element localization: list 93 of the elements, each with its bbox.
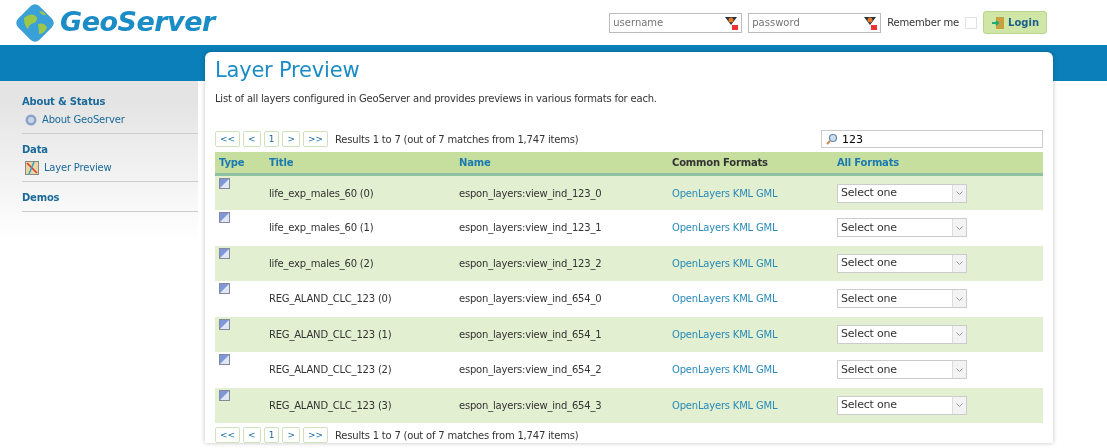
column-header: Name [455,152,668,175]
layer-icon [219,389,230,401]
format-link[interactable]: KML [732,257,753,269]
table-cell: espon_layers:view_ind_654_0 [459,293,602,305]
table-cell: espon_layers:view_ind_123_0 [459,187,602,199]
format-select[interactable]: Select one [837,289,967,309]
results-summary: Results 1 to 7 (out of 7 matches from 1,747 items) [335,132,579,147]
format-select[interactable]: Select one [837,324,967,344]
table-cell: espon_layers:view_ind_654_2 [459,364,602,376]
pager-button[interactable]: 1 [263,427,280,444]
table-cell: REG_ALAND_CLC_123 (1) [269,328,392,340]
format-select[interactable]: Select one [837,360,967,380]
caret-icon [956,296,963,301]
format-link[interactable]: GML [755,187,778,199]
format-link[interactable]: KML [732,399,753,411]
layer-icon [219,283,230,295]
format-link[interactable]: OpenLayers [672,222,730,234]
column-header: All Formats [833,152,1043,175]
results-summary: Results 1 to 7 (out of 7 matches from 1,747 items) [335,428,579,443]
pager-button[interactable]: << [215,131,241,148]
caret-icon [956,261,963,266]
format-link[interactable]: OpenLayers [672,187,730,199]
pager-button[interactable]: << [215,427,241,444]
section-title: Demos [22,191,61,205]
format-link[interactable]: KML [732,364,753,376]
username-field[interactable]: username [609,12,743,33]
format-link[interactable]: OpenLayers [672,364,730,376]
format-link[interactable]: KML [732,293,753,305]
format-link[interactable]: OpenLayers [672,399,730,411]
table-cell: espon_layers:view_ind_654_1 [459,328,602,340]
key-icon [724,15,739,30]
table-cell: REG_ALAND_CLC_123 (2) [269,364,392,376]
table-cell: espon_layers:view_ind_123_2 [459,257,602,269]
pager-button[interactable]: 1 [263,131,280,148]
password-field[interactable]: password [748,12,882,33]
column-header: Title [265,152,455,175]
format-link[interactable]: KML [732,328,753,340]
table-cell: life_exp_males_60 (2) [269,257,374,269]
pager-button[interactable]: > [282,427,300,444]
format-link[interactable]: GML [755,328,778,340]
caret-icon [956,225,963,230]
pager-button[interactable]: >> [302,131,328,148]
search-icon [826,133,838,146]
logo-text: GeoServer [60,5,215,40]
layer-icon [219,177,230,189]
pager-button[interactable]: >> [302,427,328,444]
format-link[interactable]: GML [755,399,778,411]
remember-checkbox[interactable] [965,16,978,29]
format-link[interactable]: GML [755,257,778,269]
pager-button[interactable]: < [243,131,261,148]
table-cell: life_exp_males_60 (1) [269,222,374,234]
caret-icon [956,332,963,337]
format-select[interactable]: Select one [837,183,967,203]
column-header: Common Formats [668,152,833,175]
map-icon [25,160,39,175]
login-button[interactable]: Login [983,11,1047,34]
page-description: List of all layers configured in GeoServer and provides previews in various formats for each. [215,92,658,107]
layer-icon [219,247,230,259]
format-link[interactable]: KML [732,187,753,199]
table-cell: espon_layers:view_ind_123_1 [459,222,602,234]
format-link[interactable]: GML [755,293,778,305]
column-header: Type [215,152,265,175]
table-cell: REG_ALAND_CLC_123 (3) [269,399,392,411]
format-link[interactable]: KML [732,222,753,234]
sidebar-item[interactable]: About GeoServer [22,109,198,127]
caret-icon [956,367,963,372]
format-link[interactable]: GML [755,364,778,376]
page-title: Layer Preview [215,58,361,84]
format-link[interactable]: OpenLayers [672,328,730,340]
caret-icon [956,403,963,408]
section-title: About & Status [22,95,107,109]
door-icon [991,15,1006,30]
caret-icon [956,191,963,196]
help-icon [25,113,37,126]
format-select[interactable]: Select one [837,395,967,415]
remember-label: Remember me [887,16,960,30]
table-cell: espon_layers:view_ind_654_3 [459,399,602,411]
format-link[interactable]: OpenLayers [672,257,730,269]
format-select[interactable]: Select one [837,253,967,273]
layer-icon [219,354,230,366]
table-cell: life_exp_males_60 (0) [269,187,374,199]
sidebar-item[interactable]: Layer Preview [22,157,198,175]
section-title: Data [22,143,49,157]
layer-icon [219,318,230,330]
key-icon [863,15,878,30]
pager-button[interactable]: < [243,427,261,444]
format-select[interactable]: Select one [837,218,967,238]
format-link[interactable]: OpenLayers [672,293,730,305]
format-link[interactable]: GML [755,222,778,234]
layer-icon [219,212,230,224]
search-field[interactable]: 123 [821,130,1043,149]
table-cell: REG_ALAND_CLC_123 (0) [269,293,392,305]
pager-button[interactable]: > [282,131,300,148]
